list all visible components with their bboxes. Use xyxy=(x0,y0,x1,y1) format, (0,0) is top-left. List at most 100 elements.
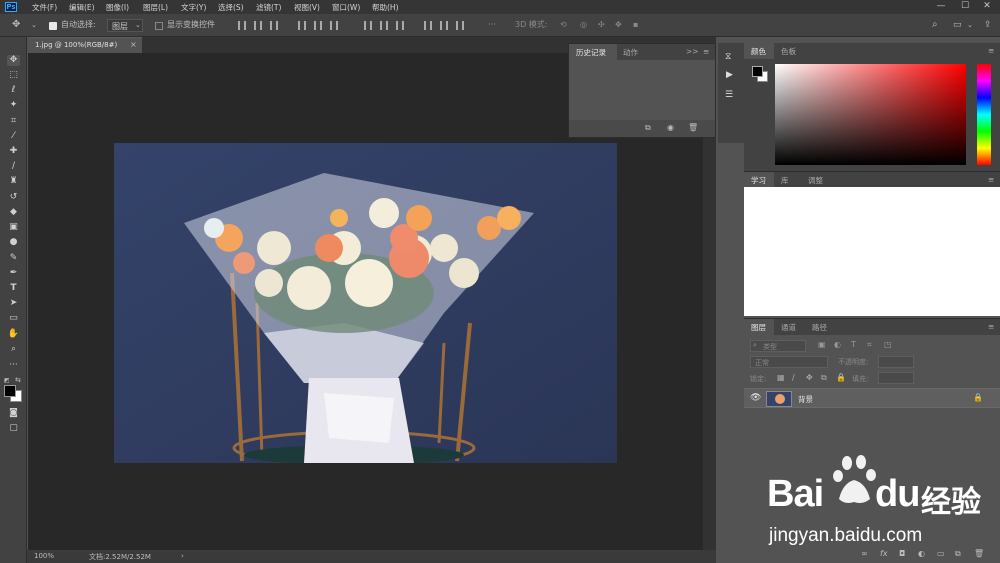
more-tools-icon[interactable]: ··· xyxy=(7,360,20,371)
align-vertical-center-icon[interactable] xyxy=(254,21,262,30)
type-tool-icon[interactable]: T xyxy=(7,283,20,294)
history-panel-icon[interactable]: ⧖ xyxy=(725,52,731,62)
menu-image[interactable]: 图像(I) xyxy=(106,2,129,13)
swap-colors-icon[interactable]: ⇆ xyxy=(15,376,21,384)
pixel-filter-icon[interactable]: ▣ xyxy=(818,340,826,349)
lock-transparent-icon[interactable]: ▦ xyxy=(777,373,785,382)
distribute-top-icon[interactable] xyxy=(364,21,372,30)
gradient-tool-icon[interactable]: ▣ xyxy=(7,222,20,233)
lock-position-icon[interactable]: ✥ xyxy=(806,373,813,382)
lasso-tool-icon[interactable]: ℓ xyxy=(7,85,20,96)
zoom-level[interactable]: 100% xyxy=(34,552,54,560)
tab-color[interactable]: 颜色 xyxy=(751,46,766,57)
minimize-button[interactable]: — xyxy=(930,0,952,14)
menu-help[interactable]: 帮助(H) xyxy=(372,2,399,13)
eyedropper-tool-icon[interactable]: ⁄ xyxy=(7,131,20,142)
lock-all-icon[interactable]: 🔒 xyxy=(836,373,846,382)
blend-mode-dropdown[interactable]: 正常 xyxy=(750,356,828,368)
actions-panel-icon[interactable]: ▶ xyxy=(726,70,733,80)
layer-row[interactable]: 👁 背景 🔒 xyxy=(744,388,1000,408)
hue-slider[interactable] xyxy=(977,64,991,165)
3d-orbit-icon[interactable]: ⟲ xyxy=(560,19,567,31)
search-icon[interactable]: ⌕ xyxy=(932,19,938,31)
3d-pan-icon[interactable]: ✣ xyxy=(598,19,605,31)
history-brush-tool-icon[interactable]: ↺ xyxy=(7,192,20,203)
auto-select-checkbox[interactable] xyxy=(49,22,57,30)
maximize-button[interactable]: ☐ xyxy=(954,0,976,14)
layers-panel-menu-icon[interactable]: ≡ xyxy=(988,322,994,331)
crop-tool-icon[interactable]: ⌗ xyxy=(7,116,20,127)
lock-artboard-icon[interactable]: ⧉ xyxy=(821,373,827,383)
learn-panel-menu-icon[interactable]: ≡ xyxy=(988,175,994,184)
fill-input[interactable] xyxy=(878,372,914,384)
move-tool-icon[interactable]: ✥ xyxy=(7,55,20,66)
path-select-tool-icon[interactable]: ➤ xyxy=(7,298,20,309)
3d-scale-icon[interactable]: ▪ xyxy=(633,19,638,31)
close-tab-icon[interactable]: × xyxy=(130,40,137,49)
more-options-icon[interactable]: ··· xyxy=(488,19,496,31)
align-right-icon[interactable] xyxy=(330,21,338,30)
tab-adjustments[interactable]: 调整 xyxy=(808,175,823,186)
align-horizontal-center-icon[interactable] xyxy=(314,21,322,30)
shape-filter-icon[interactable]: ⌗ xyxy=(867,340,872,350)
brush-tool-icon[interactable]: ∕ xyxy=(7,161,20,172)
menu-layer[interactable]: 图层(L) xyxy=(143,2,168,13)
lock-image-icon[interactable]: ∕ xyxy=(792,373,795,382)
healing-brush-tool-icon[interactable]: ✚ xyxy=(7,146,20,157)
opacity-input[interactable] xyxy=(878,356,914,368)
menu-file[interactable]: 文件(F) xyxy=(32,2,57,13)
3d-slide-icon[interactable]: ✥ xyxy=(615,19,622,31)
status-menu-arrow-icon[interactable]: › xyxy=(181,552,184,560)
distribute-hcenter-icon[interactable] xyxy=(440,21,448,30)
distribute-left-icon[interactable] xyxy=(424,21,432,30)
quick-select-tool-icon[interactable]: ✦ xyxy=(7,100,20,111)
tab-paths[interactable]: 路径 xyxy=(812,322,827,333)
document-image[interactable] xyxy=(114,143,617,463)
close-button[interactable]: ✕ xyxy=(976,0,998,14)
adjustment-filter-icon[interactable]: ◐ xyxy=(834,340,841,349)
tab-learn[interactable]: 学习 xyxy=(751,175,766,186)
tab-history[interactable]: 历史记录 xyxy=(576,47,606,58)
tool-preset-chevron-icon[interactable]: ⌄ xyxy=(31,19,37,31)
menu-view[interactable]: 视图(V) xyxy=(294,2,320,13)
quick-mask-icon[interactable]: ◙ xyxy=(7,408,20,419)
new-document-from-state-icon[interactable]: ⧉ xyxy=(645,123,651,133)
workspace-icon[interactable]: ▭ xyxy=(953,19,962,31)
menu-select[interactable]: 选择(S) xyxy=(218,2,244,13)
tab-libraries[interactable]: 库 xyxy=(781,175,789,186)
color-panel-menu-icon[interactable]: ≡ xyxy=(988,46,994,55)
document-tab[interactable]: 1.jpg @ 100%(RGB/8#) × xyxy=(27,37,142,53)
layer-filter-kind[interactable]: ⌕ 类型 xyxy=(750,340,806,352)
zoom-tool-icon[interactable]: ⌕ xyxy=(7,344,20,355)
type-filter-icon[interactable]: T xyxy=(851,340,856,349)
color-spectrum-field[interactable] xyxy=(775,64,966,165)
menu-filter[interactable]: 滤镜(T) xyxy=(256,2,281,13)
color-foreground-swatch[interactable] xyxy=(752,66,763,77)
tab-actions[interactable]: 动作 xyxy=(623,47,638,58)
camera-snapshot-icon[interactable]: ◉ xyxy=(667,123,674,132)
align-left-icon[interactable] xyxy=(298,21,306,30)
pen-tool-icon[interactable]: ✒ xyxy=(7,268,20,279)
trash-icon[interactable]: 🗑 xyxy=(688,123,698,132)
distribute-center-icon[interactable] xyxy=(380,21,388,30)
align-bottom-icon[interactable] xyxy=(270,21,278,30)
show-transform-checkbox[interactable] xyxy=(155,22,163,30)
distribute-right-icon[interactable] xyxy=(456,21,464,30)
tab-channels[interactable]: 通道 xyxy=(781,322,796,333)
menu-type[interactable]: 文字(Y) xyxy=(181,2,206,13)
eraser-tool-icon[interactable]: ◆ xyxy=(7,207,20,218)
share-icon[interactable]: ⇪ xyxy=(984,19,992,31)
blur-tool-icon[interactable]: ● xyxy=(7,237,20,248)
workspace-chevron-icon[interactable]: ⌄ xyxy=(967,19,973,31)
dodge-tool-icon[interactable]: ✎ xyxy=(7,253,20,264)
menu-window[interactable]: 窗口(W) xyxy=(332,2,360,13)
panel-menu-icon[interactable]: ≡ xyxy=(703,47,709,56)
clone-stamp-tool-icon[interactable]: ♜ xyxy=(7,176,20,187)
auto-select-dropdown[interactable]: 图层 ⌄ xyxy=(107,19,143,32)
properties-panel-icon[interactable]: ☰ xyxy=(725,90,733,100)
layer-name[interactable]: 背景 xyxy=(798,394,813,405)
foreground-color-swatch[interactable] xyxy=(4,385,16,397)
align-top-icon[interactable] xyxy=(238,21,246,30)
hand-tool-icon[interactable]: ✋ xyxy=(7,329,20,340)
tab-layers[interactable]: 图层 xyxy=(751,322,766,333)
